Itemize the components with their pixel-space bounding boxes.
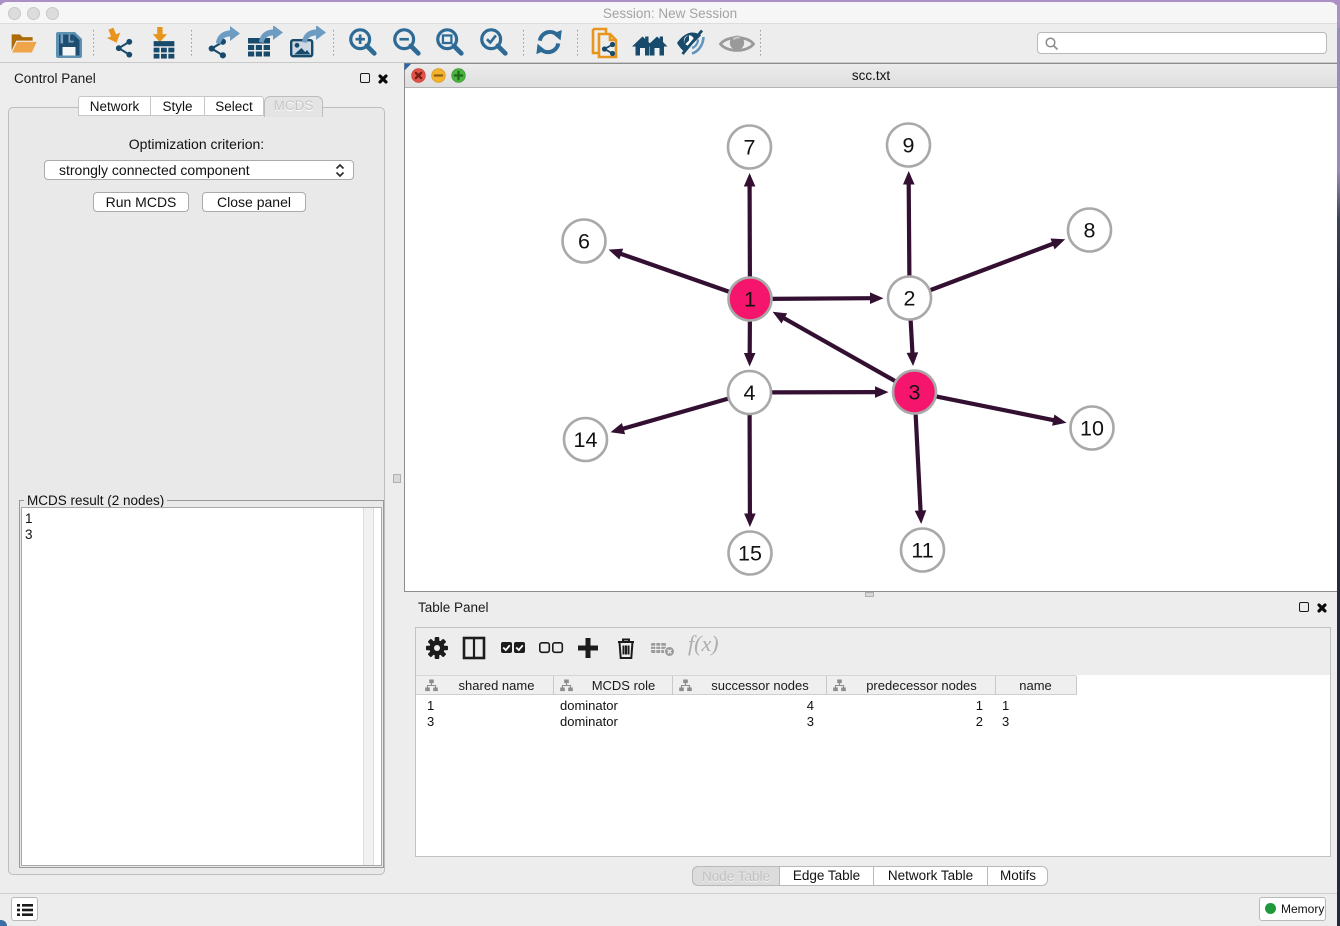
svg-text:3: 3 [909,381,921,405]
svg-text:4: 4 [744,381,756,405]
svg-text:7: 7 [744,136,756,160]
svg-text:2: 2 [904,287,916,311]
svg-text:15: 15 [738,542,762,566]
svg-text:8: 8 [1084,219,1096,243]
svg-text:9: 9 [903,134,915,158]
svg-text:14: 14 [574,428,598,452]
svg-text:1: 1 [744,288,756,312]
svg-text:11: 11 [911,539,933,563]
svg-text:10: 10 [1080,417,1104,441]
svg-text:6: 6 [578,230,590,254]
